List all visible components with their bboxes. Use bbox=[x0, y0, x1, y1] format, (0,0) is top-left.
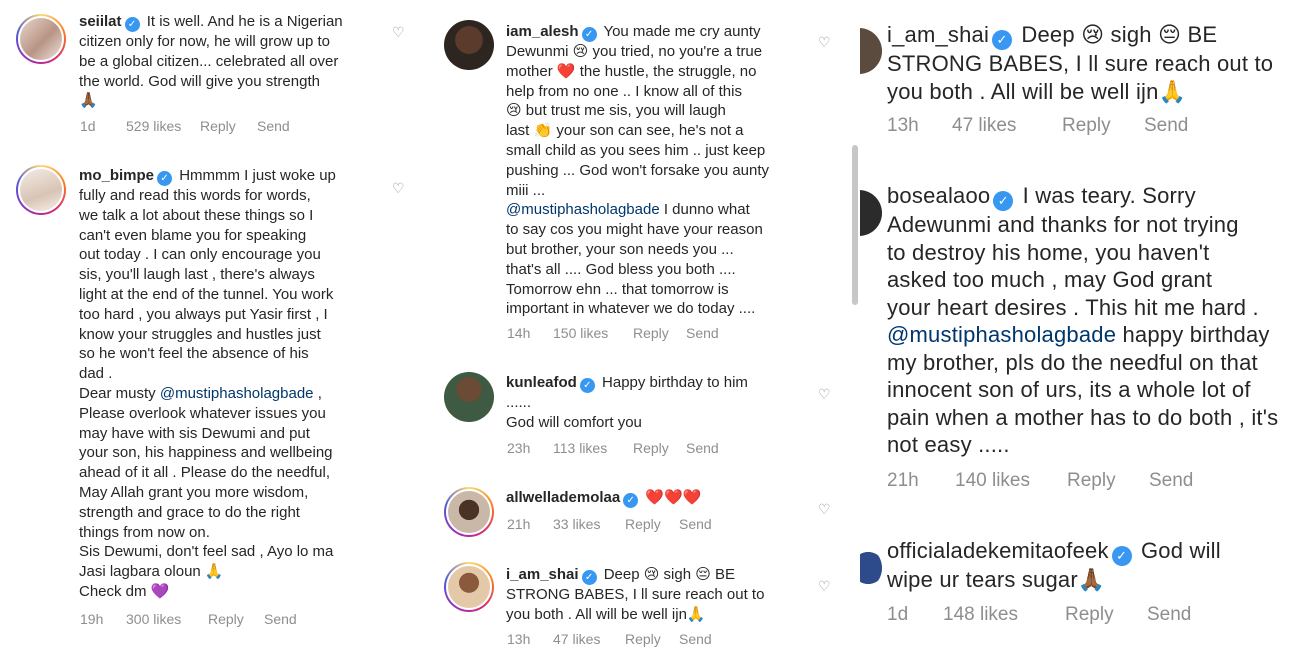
comment-username[interactable]: officialadekemitaofeek bbox=[887, 538, 1109, 563]
comment-likes[interactable]: 33 likes bbox=[553, 516, 625, 532]
send-button[interactable]: Send bbox=[1147, 604, 1191, 626]
comment-text: kunleafod ✓ Happy birthday to him ...... … bbox=[506, 374, 748, 431]
comment-text: bosealaoo ✓ I was teary. Sorry Adewunmi a… bbox=[887, 183, 1279, 457]
avatar[interactable] bbox=[860, 545, 882, 591]
comment-username[interactable]: i_am_shai bbox=[506, 566, 579, 583]
mention-link[interactable]: @mustiphasholagbade bbox=[887, 322, 1116, 347]
send-button[interactable]: Send bbox=[257, 118, 290, 134]
comment-likes[interactable]: 113 likes bbox=[553, 440, 633, 456]
heart-outline-icon[interactable]: ♡ bbox=[818, 578, 831, 595]
verified-badge-icon: ✓ bbox=[157, 171, 173, 186]
comment-meta: 1d 148 likes Reply Send bbox=[887, 604, 1191, 626]
comment-meta: 21h 33 likes Reply Send bbox=[507, 516, 712, 532]
comment-likes[interactable]: 148 likes bbox=[943, 604, 1065, 626]
send-button[interactable]: Send bbox=[1144, 115, 1188, 137]
send-button[interactable]: Send bbox=[679, 631, 712, 647]
comment-time: 13h bbox=[887, 115, 919, 136]
avatar[interactable] bbox=[444, 372, 494, 422]
verified-badge-icon: ✓ bbox=[993, 191, 1014, 211]
reply-button[interactable]: Reply bbox=[633, 325, 686, 341]
verified-badge-icon: ✓ bbox=[579, 378, 595, 393]
avatar[interactable] bbox=[444, 562, 494, 612]
avatar[interactable] bbox=[860, 190, 882, 236]
comment-username[interactable]: iam_alesh bbox=[506, 23, 579, 40]
reply-button[interactable]: Reply bbox=[625, 631, 679, 647]
comment-text: mo_bimpe ✓ Hmmmm I just woke up fully and… bbox=[79, 167, 336, 600]
comment-text: i_am_shai ✓ Deep 😢 sigh 😔 BE STRONG BABES… bbox=[506, 566, 765, 623]
comment-likes[interactable]: 529 likes bbox=[126, 118, 200, 134]
comment-username[interactable]: mo_bimpe bbox=[79, 167, 154, 184]
verified-badge-icon: ✓ bbox=[581, 27, 597, 42]
comment-username[interactable]: seiilat bbox=[79, 13, 122, 30]
comment-time: 14h bbox=[507, 325, 531, 341]
verified-badge-icon: ✓ bbox=[623, 493, 639, 508]
comment-item: seiilat ✓ It is well. And he is a Nigeria… bbox=[0, 0, 425, 150]
comment-time: 23h bbox=[507, 440, 531, 456]
verified-badge-icon: ✓ bbox=[992, 30, 1013, 50]
heart-outline-icon[interactable]: ♡ bbox=[818, 34, 831, 51]
send-button[interactable]: Send bbox=[686, 440, 719, 456]
scrollbar[interactable] bbox=[852, 145, 858, 305]
comment-time: 1d bbox=[80, 118, 96, 134]
heart-outline-icon[interactable]: ♡ bbox=[818, 501, 831, 518]
mention-link[interactable]: @mustiphasholagbade bbox=[160, 385, 314, 402]
send-button[interactable]: Send bbox=[1149, 470, 1193, 492]
comment-time: 19h bbox=[80, 611, 104, 627]
reply-button[interactable]: Reply bbox=[1067, 470, 1149, 492]
comment-text: allwellademolaa ✓ ❤️❤️❤️ bbox=[506, 489, 702, 508]
avatar[interactable] bbox=[16, 165, 66, 215]
comment-meta: 14h 150 likes Reply Send bbox=[507, 325, 719, 341]
reply-button[interactable]: Reply bbox=[1065, 604, 1147, 626]
verified-badge-icon: ✓ bbox=[124, 17, 140, 32]
comment-meta: 23h 113 likes Reply Send bbox=[507, 440, 719, 456]
avatar[interactable] bbox=[860, 28, 882, 74]
comment-username[interactable]: kunleafod bbox=[506, 374, 577, 391]
comment-meta: 19h 300 likes Reply Send bbox=[80, 611, 297, 627]
comment-likes[interactable]: 47 likes bbox=[952, 115, 1062, 137]
verified-badge-icon: ✓ bbox=[581, 570, 597, 585]
comment-item: mo_bimpe ✓ Hmmmm I just woke up fully and… bbox=[0, 150, 425, 650]
heart-outline-icon[interactable]: ♡ bbox=[392, 24, 405, 41]
comment-username[interactable]: bosealaoo bbox=[887, 183, 990, 208]
heart-outline-icon[interactable]: ♡ bbox=[818, 386, 831, 403]
send-button[interactable]: Send bbox=[679, 516, 712, 532]
comment-text: iam_alesh ✓ You made me cry aunty Dewunmi… bbox=[506, 23, 770, 318]
send-button[interactable]: Send bbox=[264, 611, 297, 627]
comment-text: officialadekemitaofeek ✓ God will wipe ur… bbox=[887, 538, 1221, 592]
comment-time: 1d bbox=[887, 604, 909, 625]
reply-button[interactable]: Reply bbox=[1062, 115, 1144, 137]
comments-panel-left: seiilat ✓ It is well. And he is a Nigeria… bbox=[0, 0, 425, 650]
comment-likes[interactable]: 300 likes bbox=[126, 611, 208, 627]
heart-outline-icon[interactable]: ♡ bbox=[392, 180, 405, 197]
comment-likes[interactable]: 150 likes bbox=[553, 325, 633, 341]
comment-time: 21h bbox=[887, 470, 919, 491]
comment-text: i_am_shai ✓ Deep 😢 sigh 😔 BE STRONG BABES… bbox=[887, 22, 1274, 104]
comment-time: 21h bbox=[507, 516, 531, 532]
comment-time: 13h bbox=[507, 631, 531, 647]
comments-panel-right: i_am_shai ✓ Deep 😢 sigh 😔 BE STRONG BABES… bbox=[860, 0, 1300, 650]
reply-button[interactable]: Reply bbox=[208, 611, 264, 627]
avatar[interactable] bbox=[444, 487, 494, 537]
reply-button[interactable]: Reply bbox=[625, 516, 679, 532]
avatar[interactable] bbox=[444, 20, 494, 70]
reply-button[interactable]: Reply bbox=[200, 118, 257, 134]
comment-meta: 21h 140 likes Reply Send bbox=[887, 470, 1193, 492]
avatar[interactable] bbox=[16, 14, 66, 64]
comment-meta: 13h 47 likes Reply Send bbox=[507, 631, 712, 647]
comment-username[interactable]: i_am_shai bbox=[887, 22, 989, 47]
comment-likes[interactable]: 140 likes bbox=[955, 470, 1067, 492]
mention-link[interactable]: @mustiphasholagbade bbox=[506, 201, 660, 218]
reply-button[interactable]: Reply bbox=[633, 440, 686, 456]
comments-panel-middle: iam_alesh ✓ You made me cry aunty Dewunmi… bbox=[430, 0, 855, 650]
verified-badge-icon: ✓ bbox=[1111, 546, 1132, 566]
comment-meta: 1d 529 likes Reply Send bbox=[80, 118, 290, 134]
comment-likes[interactable]: 47 likes bbox=[553, 631, 625, 647]
send-button[interactable]: Send bbox=[686, 325, 719, 341]
comment-text: seiilat ✓ It is well. And he is a Nigeria… bbox=[79, 13, 343, 110]
comment-username[interactable]: allwellademolaa bbox=[506, 489, 620, 506]
comment-meta: 13h 47 likes Reply Send bbox=[887, 115, 1188, 137]
